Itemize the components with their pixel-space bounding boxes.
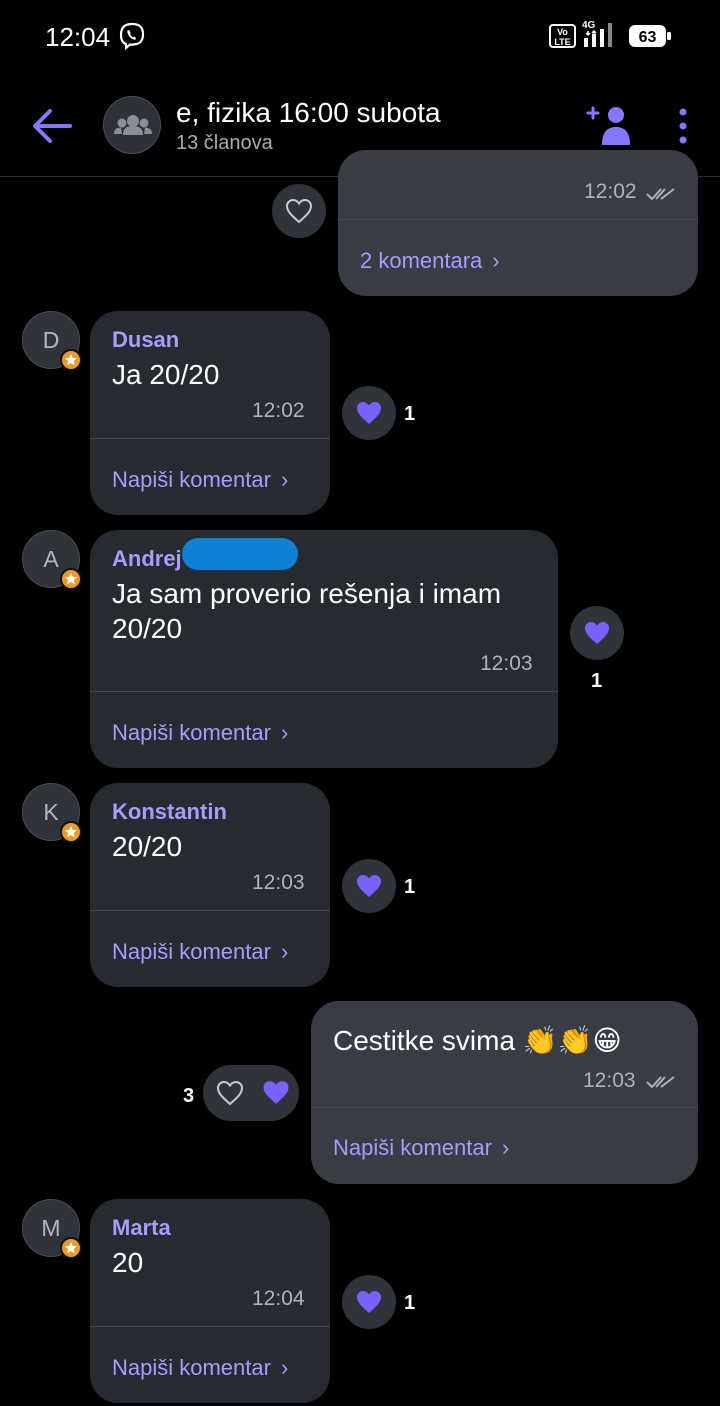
admin-star-icon: [60, 349, 82, 371]
admin-star-icon: [60, 821, 82, 843]
like-count: 1: [404, 1292, 416, 1314]
heart-outline-icon: [216, 1080, 244, 1106]
volte-icon: Vo LTE: [549, 24, 576, 48]
like-button[interactable]: [570, 606, 624, 660]
divider: [90, 438, 330, 439]
divider: [90, 1326, 330, 1327]
message-bubble[interactable]: Dusan Ja 20/20 12:02 Napiši komentar ›: [90, 311, 330, 515]
message-time: 12:03: [583, 1069, 636, 1092]
message-bubble[interactable]: Marta 20 12:04 Napiši komentar ›: [90, 1199, 330, 1403]
read-ticks-icon: [646, 1076, 675, 1089]
message-time: 12:03: [252, 871, 305, 894]
group-avatar[interactable]: [103, 96, 161, 154]
message-text: Ja 20/20: [112, 359, 220, 390]
like-count: 1: [404, 876, 416, 898]
heart-outline-icon: [285, 198, 313, 224]
like-count: 3: [183, 1085, 195, 1107]
write-comment-link[interactable]: Napiši komentar ›: [112, 720, 288, 746]
message-text: 20: [112, 1247, 144, 1278]
message-bubble-outgoing[interactable]: 12:02 2 komentara ›: [338, 150, 698, 296]
message-bubble[interactable]: Andrej Ja sam proverio rešenja i imam 20…: [90, 530, 558, 768]
heart-filled-icon: [585, 622, 609, 644]
group-icon: [114, 115, 152, 135]
write-comment-link[interactable]: Napiši komentar ›: [333, 1135, 509, 1161]
chevron-right-icon: ›: [501, 1135, 510, 1160]
heart-filled-icon: [357, 875, 381, 897]
chevron-right-icon: ›: [492, 248, 500, 273]
heart-filled-icon: [263, 1081, 289, 1104]
chat-title[interactable]: e, fizika 16:00 subota: [176, 97, 441, 129]
member-count[interactable]: 13 članova: [176, 132, 273, 155]
comments-link[interactable]: 2 komentara ›: [360, 248, 500, 274]
chevron-right-icon: ›: [280, 720, 289, 745]
write-comment-link[interactable]: Napiši komentar ›: [112, 467, 288, 493]
chevron-right-icon: ›: [280, 467, 289, 492]
like-count: 1: [591, 670, 603, 692]
like-button[interactable]: [342, 386, 396, 440]
sender-name[interactable]: Konstantin: [112, 799, 227, 825]
like-button[interactable]: [342, 859, 396, 913]
like-count: 1: [404, 403, 416, 425]
chevron-right-icon: ›: [280, 1355, 289, 1380]
message-time: 12:02: [252, 399, 305, 422]
message-time: 12:02: [584, 180, 637, 203]
message-text: Cestitke svima 👏👏😁: [333, 1025, 622, 1056]
sender-name[interactable]: Andrej: [112, 546, 182, 572]
more-options-icon[interactable]: [672, 105, 694, 147]
admin-star-icon: [60, 568, 82, 590]
heart-filled-icon: [357, 402, 381, 424]
message-text-line1: Ja sam proverio rešenja i imam: [112, 578, 502, 609]
add-participant-icon[interactable]: [586, 103, 634, 147]
message-time: 12:04: [252, 1287, 305, 1310]
svg-text:63: 63: [639, 29, 657, 46]
write-comment-link[interactable]: Napiši komentar ›: [112, 1355, 288, 1381]
svg-text:4G: 4G: [582, 20, 596, 31]
divider: [338, 219, 698, 220]
message-text: 20/20: [112, 831, 183, 862]
like-button[interactable]: [342, 1275, 396, 1329]
sender-name[interactable]: Marta: [112, 1215, 171, 1241]
divider: [90, 910, 330, 911]
divider: [311, 1107, 698, 1108]
like-button[interactable]: [272, 184, 326, 238]
reactions-pill[interactable]: [203, 1065, 299, 1121]
admin-star-icon: [60, 1237, 82, 1259]
redaction-mark: [182, 538, 298, 570]
message-bubble[interactable]: Konstantin 20/20 12:03 Napiši komentar ›: [90, 783, 330, 987]
divider: [90, 691, 558, 692]
status-bar: 12:04 Vo LTE 4G 63: [0, 0, 720, 75]
battery-icon: 63: [629, 25, 671, 47]
read-ticks-icon: [646, 188, 675, 201]
status-time: 12:04: [45, 22, 111, 52]
message-bubble-outgoing[interactable]: Cestitke svima 👏👏😁 12:03 Napiši komentar…: [311, 1001, 698, 1184]
message-text-line2: 20/20: [112, 613, 183, 644]
signal-4g-icon: 4G: [582, 20, 612, 47]
sender-name[interactable]: Dusan: [112, 327, 179, 353]
back-arrow-icon[interactable]: [28, 105, 74, 147]
chevron-right-icon: ›: [280, 939, 289, 964]
write-comment-link[interactable]: Napiši komentar ›: [112, 939, 288, 965]
message-time: 12:03: [480, 652, 533, 675]
viber-notification-icon: [119, 22, 145, 50]
heart-filled-icon: [357, 1291, 381, 1313]
